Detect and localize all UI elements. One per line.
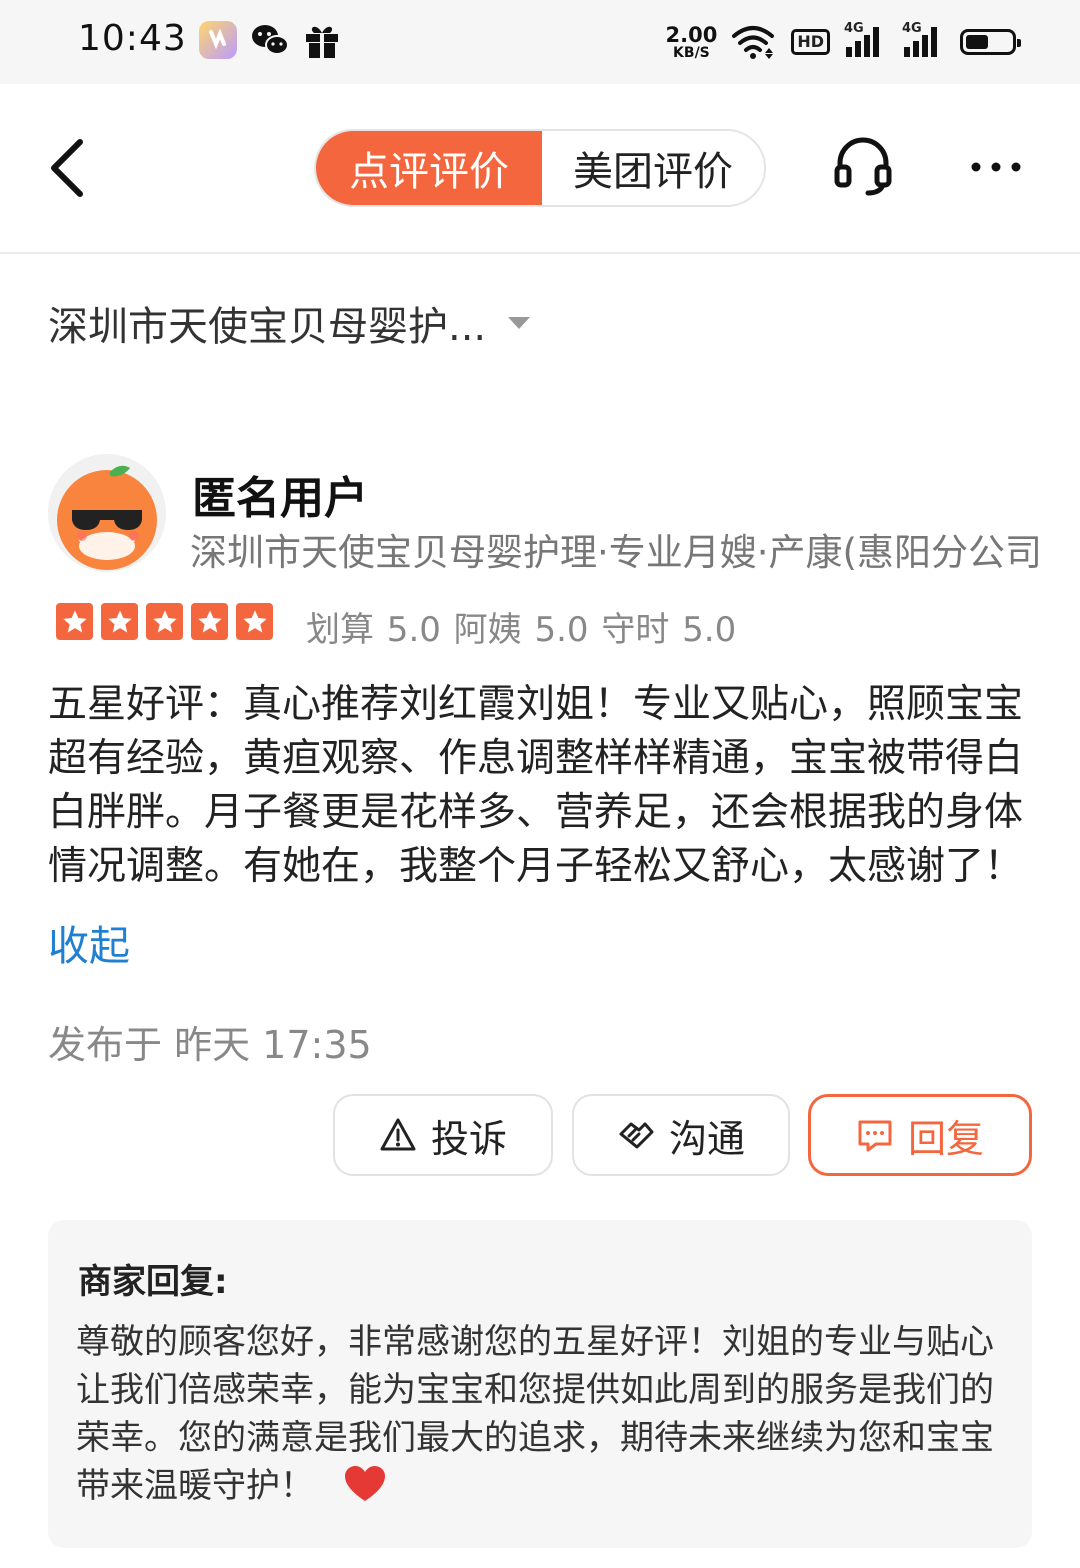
wechat-icon	[252, 25, 289, 55]
network-speed: 2.00 KB/S	[665, 22, 718, 61]
communicate-button[interactable]: 沟通	[572, 1094, 790, 1176]
shop-selector-label: 深圳市天使宝贝母婴护...	[48, 304, 487, 350]
merchant-reply-text: 尊敬的顾客您好，非常感谢您的五星好评！刘姐的专业与贴心让我们倍感荣幸，能为宝宝和…	[76, 1318, 996, 1510]
review-shop-name: 深圳市天使宝贝母婴护理·专业月嫂·产康(惠阳分公司	[190, 531, 1042, 574]
more-icon[interactable]	[968, 155, 1024, 179]
hd-voice-badge: HD	[791, 29, 830, 55]
signal-icon-1: 4G	[844, 21, 888, 57]
publish-time: 发布于 昨天 17:35	[48, 1023, 372, 1067]
merchant-reply-body: 尊敬的顾客您好，非常感谢您的五星好评！刘姐的专业与贴心让我们倍感荣幸，能为宝宝和…	[76, 1322, 994, 1506]
tab-meituan-reviews[interactable]: 美团评价	[542, 131, 764, 205]
signal-icon-2: 4G	[902, 21, 946, 57]
collapse-link[interactable]: 收起	[48, 912, 130, 972]
review-source-tabs: 点评评价 美团评价	[314, 129, 766, 207]
star-rating	[56, 603, 273, 640]
star-icon	[236, 603, 273, 640]
signal-1-label: 4G	[844, 21, 864, 36]
complain-label: 投诉	[430, 1116, 507, 1161]
status-indicators: 2.00 KB/S HD 4G 4G	[665, 16, 1021, 68]
back-arrow-icon[interactable]	[40, 130, 100, 210]
reviewer-name: 匿名用户	[192, 473, 368, 524]
communicate-label: 沟通	[668, 1116, 745, 1161]
net-speed-unit: KB/S	[673, 44, 710, 61]
wifi-icon	[732, 26, 775, 59]
star-icon	[191, 603, 228, 640]
shop-selector-dropdown[interactable]: 深圳市天使宝贝母婴护...	[48, 294, 531, 352]
handshake-icon	[619, 1122, 654, 1149]
caret-down-icon	[508, 317, 531, 329]
net-speed-value: 2.00	[665, 22, 718, 47]
sub-scores: 划算 5.0 阿姨 5.0 守时 5.0	[306, 610, 737, 650]
review-content: 五星好评：真心推荐刘红霞刘姐！专业又贴心，照顾宝宝超有经验，黄疸观察、作息调整样…	[48, 682, 1024, 889]
reply-label: 回复	[907, 1116, 984, 1161]
status-time: 10:43	[78, 18, 187, 59]
app-notification-icon	[199, 21, 237, 59]
merchant-reply-title: 商家回复:	[78, 1262, 228, 1302]
tab-dianping-reviews[interactable]: 点评评价	[316, 131, 542, 205]
warning-icon	[380, 1118, 416, 1151]
battery-icon	[960, 29, 1021, 55]
avatar	[48, 454, 166, 572]
comment-icon	[858, 1120, 892, 1152]
star-icon	[146, 603, 183, 640]
gift-icon	[306, 26, 338, 58]
signal-2-label: 4G	[902, 21, 922, 36]
complain-button[interactable]: 投诉	[333, 1094, 553, 1176]
reply-button[interactable]: 回复	[808, 1094, 1032, 1176]
customer-service-icon[interactable]	[832, 135, 894, 197]
star-icon	[101, 603, 138, 640]
heart-icon	[345, 1466, 385, 1501]
star-icon	[56, 603, 93, 640]
